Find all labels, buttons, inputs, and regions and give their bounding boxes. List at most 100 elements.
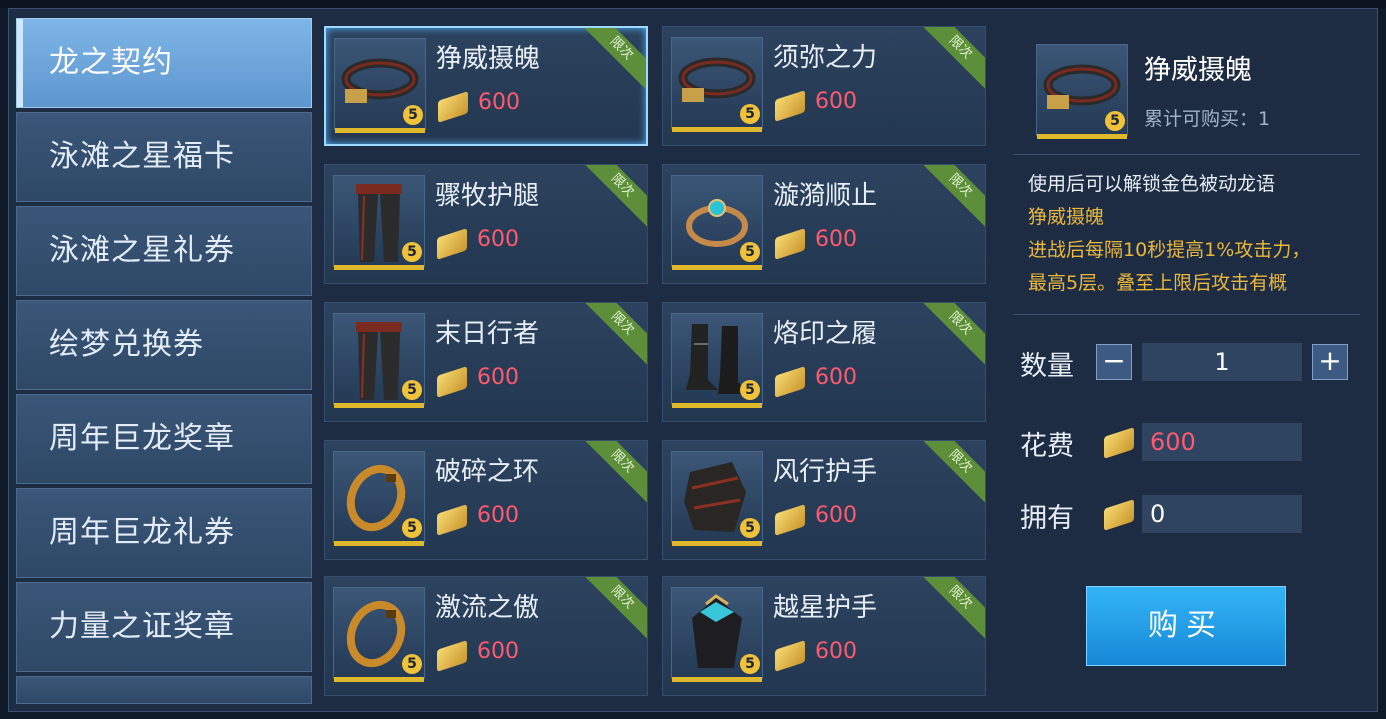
item-name: 漩漪顺止 [773,181,878,211]
sidebar-item-power-medal[interactable]: 力量之证奖章 [16,582,312,672]
item-detail-panel: 5 狰威摄魄 累计可购买：1 使用后可以解锁金色被动龙语 狰威摄魄 进战后每隔1… [1000,18,1370,698]
level-badge: 5 [740,654,760,674]
leggings-icon: 5 [333,175,425,270]
category-sidebar: 龙之契约 泳滩之星福卡 泳滩之星礼券 绘梦兑换券 周年巨龙奖章 周年巨龙礼券 力… [16,18,314,704]
item-price: 600 [815,365,857,390]
sidebar-item-dream-voucher[interactable]: 绘梦兑换券 [16,300,312,390]
limited-badge: 限次 [913,165,985,233]
item-price: 600 [815,227,857,252]
item-card[interactable]: 5 骤牧护腿 600 限次 [324,164,648,284]
purchase-limit: 累计可购买：1 [1144,108,1271,130]
item-price: 600 [478,90,520,115]
item-card[interactable]: 5 狰威摄魄 600 限次 [324,26,648,146]
divider [1014,154,1360,155]
sidebar-item-dragon-contract[interactable]: 龙之契约 [16,18,312,108]
buy-button[interactable]: 购买 [1086,586,1286,666]
rarity-bar [672,403,762,408]
item-price: 600 [477,365,519,390]
description-line: 最高5层。叠至上限后攻击有概 [1028,272,1288,294]
cost-label: 花费 [1020,431,1074,462]
ticket-icon [437,640,467,672]
item-card[interactable]: 5 破碎之环 600 限次 [324,440,648,560]
rarity-bar [1037,134,1127,139]
ticket-icon [437,228,467,260]
gauntlet-icon: 5 [671,587,763,682]
rarity-bar [334,541,424,546]
quantity-plus-button[interactable]: + [1312,344,1348,380]
description-skill-name: 狰威摄魄 [1028,206,1105,228]
sidebar-item-partial[interactable] [16,676,312,704]
limited-badge: 限次 [575,577,647,645]
item-name: 须弥之力 [773,43,878,73]
rarity-bar [672,127,762,132]
belt-icon: 5 [334,38,426,133]
ticket-icon [1104,427,1134,459]
rarity-bar [672,677,762,682]
item-card[interactable]: 5 须弥之力 600 限次 [662,26,986,146]
item-name: 破碎之环 [435,457,540,487]
item-name: 风行护手 [773,457,878,487]
rarity-bar [334,403,424,408]
belt-icon: 5 [1036,44,1128,139]
item-card[interactable]: 5 漩漪顺止 600 限次 [662,164,986,284]
level-badge: 5 [740,242,760,262]
ticket-icon [775,504,805,536]
owned-value: 0 [1142,495,1302,533]
ticket-icon [775,366,805,398]
owned-label: 拥有 [1020,503,1074,534]
item-name: 狰威摄魄 [436,44,541,74]
level-badge: 5 [402,654,422,674]
ring-icon: 5 [671,175,763,270]
quantity-minus-button[interactable]: − [1096,344,1132,380]
rarity-bar [672,265,762,270]
sidebar-item-beach-star-card[interactable]: 泳滩之星福卡 [16,112,312,202]
ticket-icon [437,504,467,536]
level-badge: 5 [402,380,422,400]
limited-badge: 限次 [575,165,647,233]
ticket-icon [775,640,805,672]
item-name: 骤牧护腿 [435,181,540,211]
belt-icon: 5 [671,37,763,132]
description-line: 进战后每隔10秒提高1%攻击力， [1028,239,1311,261]
item-name: 越星护手 [773,593,878,623]
item-card[interactable]: 5 末日行者 600 限次 [324,302,648,422]
quantity-label: 数量 [1020,351,1074,382]
ticket-icon [437,366,467,398]
detail-item-name: 狰威摄魄 [1144,55,1252,86]
limited-badge: 限次 [913,577,985,645]
sidebar-item-anniversary-medal[interactable]: 周年巨龙奖章 [16,394,312,484]
top-strip [0,0,1386,8]
level-badge: 5 [740,380,760,400]
sidebar-item-beach-star-coupon[interactable]: 泳滩之星礼券 [16,206,312,296]
item-description: 使用后可以解锁金色被动龙语 狰威摄魄 进战后每隔10秒提高1%攻击力， 最高5层… [1028,168,1358,300]
level-badge: 5 [402,242,422,262]
item-card[interactable]: 5 烙印之履 600 限次 [662,302,986,422]
ring-icon: 5 [333,451,425,546]
rarity-bar [334,677,424,682]
leggings-icon: 5 [333,313,425,408]
quantity-input[interactable]: 1 [1142,343,1302,381]
item-price: 600 [815,89,857,114]
item-price: 600 [815,503,857,528]
item-name: 激流之傲 [435,593,540,623]
cost-value: 600 [1142,423,1302,461]
limited-badge: 限次 [575,441,647,509]
level-badge: 5 [402,518,422,538]
level-badge: 5 [740,518,760,538]
item-card[interactable]: 5 激流之傲 600 限次 [324,576,648,696]
limited-badge: 限次 [913,27,985,95]
gauntlet-icon: 5 [671,451,763,546]
item-card[interactable]: 5 风行护手 600 限次 [662,440,986,560]
item-card[interactable]: 5 越星护手 600 限次 [662,576,986,696]
level-badge: 5 [740,104,760,124]
limited-badge: 限次 [574,28,646,96]
divider [1014,314,1360,315]
item-price: 600 [477,639,519,664]
limited-badge: 限次 [575,303,647,371]
sidebar-item-anniversary-coupon[interactable]: 周年巨龙礼券 [16,488,312,578]
item-name: 末日行者 [435,319,540,349]
ticket-icon [1104,499,1134,531]
rarity-bar [672,541,762,546]
level-badge: 5 [403,105,423,125]
limited-badge: 限次 [913,303,985,371]
